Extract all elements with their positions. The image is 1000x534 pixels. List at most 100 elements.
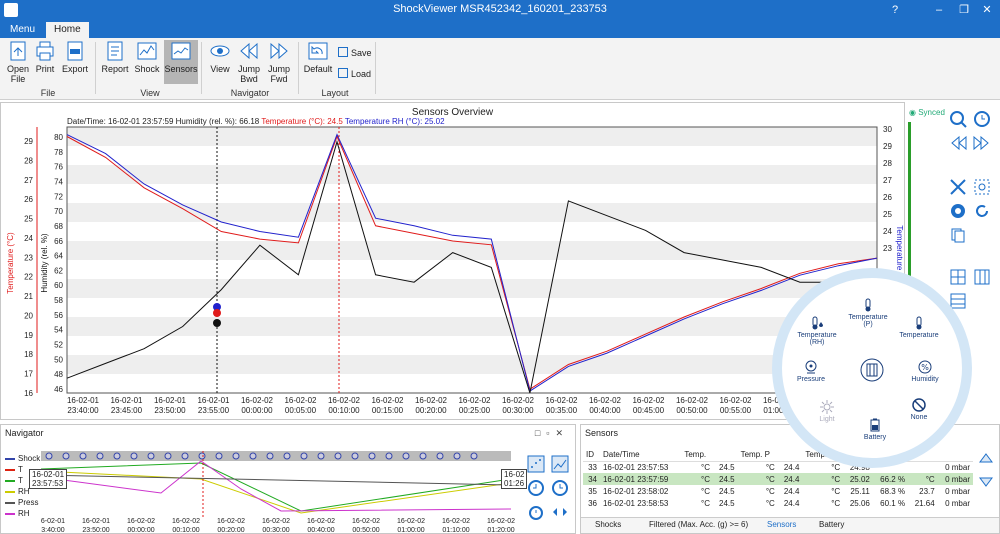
column-header[interactable]: Temp. P [737, 449, 778, 462]
load-layout-button[interactable]: Load [338, 67, 371, 81]
table-cell: 25.11 [850, 486, 870, 496]
table-cell: 21.64 [914, 498, 935, 508]
sensors-bottom-tabs: Shocks Filtered (Max. Acc. (g) >= 6) Sen… [581, 517, 999, 533]
radial-pressure[interactable]: Pressure [786, 360, 836, 383]
line-view-icon[interactable] [551, 455, 569, 473]
chevron-left-icon[interactable] [949, 134, 967, 152]
temperature-tick-label: 18 [24, 350, 33, 359]
x-tick-label: 16-02-01 23:40:00 [67, 396, 100, 415]
navigator-legend-item[interactable]: Shock [5, 453, 40, 464]
scatter-view-icon[interactable] [527, 455, 545, 473]
navigator-window-buttons[interactable]: □▫✕ [535, 428, 569, 439]
sensors-button[interactable]: Sensors [164, 40, 198, 84]
zoom-icon[interactable] [949, 110, 967, 128]
radial-battery[interactable]: Battery [850, 418, 900, 441]
temperature-axis-label: Temperature (°C) [6, 232, 15, 294]
column-header[interactable] [777, 449, 803, 462]
radial-temperature[interactable]: Temperature [894, 316, 944, 339]
x-tick-label: 16-02-02 00:00:00 [241, 396, 274, 415]
navigator-x-tick-label: 16-02-02 00:40:00 [307, 518, 335, 533]
ribbon-separator [201, 42, 202, 94]
column-header[interactable] [713, 449, 738, 462]
minimize-button[interactable]: – [930, 2, 948, 18]
jump-fwd-button[interactable]: Jump Fwd [264, 40, 294, 84]
shock-dot [164, 452, 172, 460]
tab-home[interactable]: Home [46, 22, 89, 38]
radial-none[interactable]: None [894, 398, 944, 421]
history-icon[interactable] [973, 110, 991, 128]
jump-bwd-button[interactable]: Jump Bwd [234, 40, 264, 84]
column-header[interactable]: ID [583, 449, 600, 462]
open-file-label: Open File [6, 64, 30, 84]
radial-humidity[interactable]: % Humidity [900, 360, 950, 383]
navigator-legend-label: Press [18, 498, 39, 507]
radial-temperature-p[interactable]: Temperature (P) [843, 298, 893, 328]
sun-icon [820, 400, 834, 414]
reset-zoom-icon[interactable] [949, 202, 967, 220]
print-button[interactable]: Print [30, 40, 60, 74]
open-file-button[interactable]: Open File [3, 40, 33, 84]
table-cell: °C [701, 486, 710, 496]
report-button[interactable]: Report [100, 40, 130, 74]
radial-center-button[interactable] [847, 358, 897, 384]
default-layout-button[interactable]: Default [302, 40, 334, 74]
radial-temperature-rh[interactable]: Temperature (RH) [792, 316, 842, 346]
scroll-up-icon[interactable] [977, 451, 995, 469]
table-row[interactable]: 36 16-02-01 23:58:53 °C 24.5 °C 24.4 °C 25.06 60… [583, 497, 973, 509]
column-header[interactable]: Date/Time [599, 449, 682, 462]
title-bar: ShockViewer MSR452342_160201_233753 ? – … [0, 0, 1000, 20]
table-cell: °C [831, 498, 841, 508]
save-layout-button[interactable]: Save [338, 46, 372, 60]
close-button[interactable]: ✕ [978, 2, 996, 18]
tab-battery[interactable]: Battery [813, 520, 850, 529]
tab-filtered[interactable]: Filtered (Max. Acc. (g) >= 6) [643, 520, 754, 529]
report-label: Report [101, 64, 129, 74]
copy-icon[interactable] [949, 226, 967, 244]
column-header[interactable]: Temp. [681, 449, 713, 462]
shock-dot [147, 452, 155, 460]
restore-button[interactable]: ❐ [955, 2, 973, 18]
help-button[interactable]: ? [886, 2, 904, 18]
table-cell: 24.5 [719, 498, 735, 508]
table-cell: 24.4 [777, 473, 803, 485]
expand-arrows-icon[interactable] [551, 503, 569, 521]
table-row[interactable]: 35 16-02-01 23:58:02 °C 24.5 °C 24.4 °C 25.11 68… [583, 485, 973, 497]
humidity-tick-label: 54 [54, 326, 63, 335]
sensors-chart[interactable]: 29 28 27 26 25 24 23 22 21 20 19 18 17 16 80 78 76 74 72 70… [1, 123, 906, 421]
fit-icon[interactable] [949, 178, 967, 196]
humidity-tick-label: 74 [54, 177, 63, 186]
sensor-radial-menu: Temperature (P) Temperature (RH) Tempera… [772, 268, 972, 468]
navigator-legend-item[interactable]: RH [5, 508, 40, 519]
x-tick-label: 16-02-02 00:20:00 [415, 396, 448, 415]
layout-grid-icon[interactable] [949, 268, 967, 286]
x-tick-label: 16-02-02 00:05:00 [284, 396, 317, 415]
scroll-down-icon[interactable] [977, 471, 995, 489]
view-button[interactable]: View [205, 40, 235, 74]
navigator-chart[interactable]: 16-02-0123:40:00 16-02-0123:50:00 16-02-02… [41, 449, 521, 533]
table-cell: 0 mbar [937, 473, 973, 485]
timer-icon[interactable] [527, 503, 545, 521]
tab-menu[interactable]: Menu [2, 22, 43, 38]
table-row[interactable]: 34 16-02-01 23:57:59 °C 24.5 °C 24.4 °C 25.02 66… [583, 473, 973, 485]
clock-forward-icon[interactable] [551, 479, 569, 497]
tab-sensors[interactable]: Sensors [761, 520, 802, 529]
ribbon-separator [298, 42, 299, 94]
refresh-icon[interactable] [973, 202, 991, 220]
layout-columns-icon[interactable] [973, 268, 991, 286]
table-cell: °C [831, 486, 841, 496]
tab-shocks[interactable]: Shocks [589, 520, 627, 529]
shock-button[interactable]: Shock [132, 40, 162, 74]
export-button[interactable]: Export [60, 40, 90, 74]
zoom-area-icon[interactable] [973, 178, 991, 196]
clock-back-icon[interactable] [527, 479, 545, 497]
grid-band [67, 355, 877, 374]
table-cell: °C [737, 473, 778, 485]
save-label: Save [351, 48, 372, 58]
humidity-tick-label: 50 [54, 355, 63, 364]
table-cell [908, 461, 938, 473]
navigator-legend-item[interactable]: Press [5, 497, 40, 508]
chevron-right-icon[interactable] [973, 134, 991, 152]
svg-text:%: % [921, 363, 929, 372]
table-cell: 16-02-01 23:58:02 [602, 486, 669, 496]
table-row[interactable]: 3316-02-01 23:57:53°C24.5°C24.4°C24.980 … [583, 461, 973, 473]
